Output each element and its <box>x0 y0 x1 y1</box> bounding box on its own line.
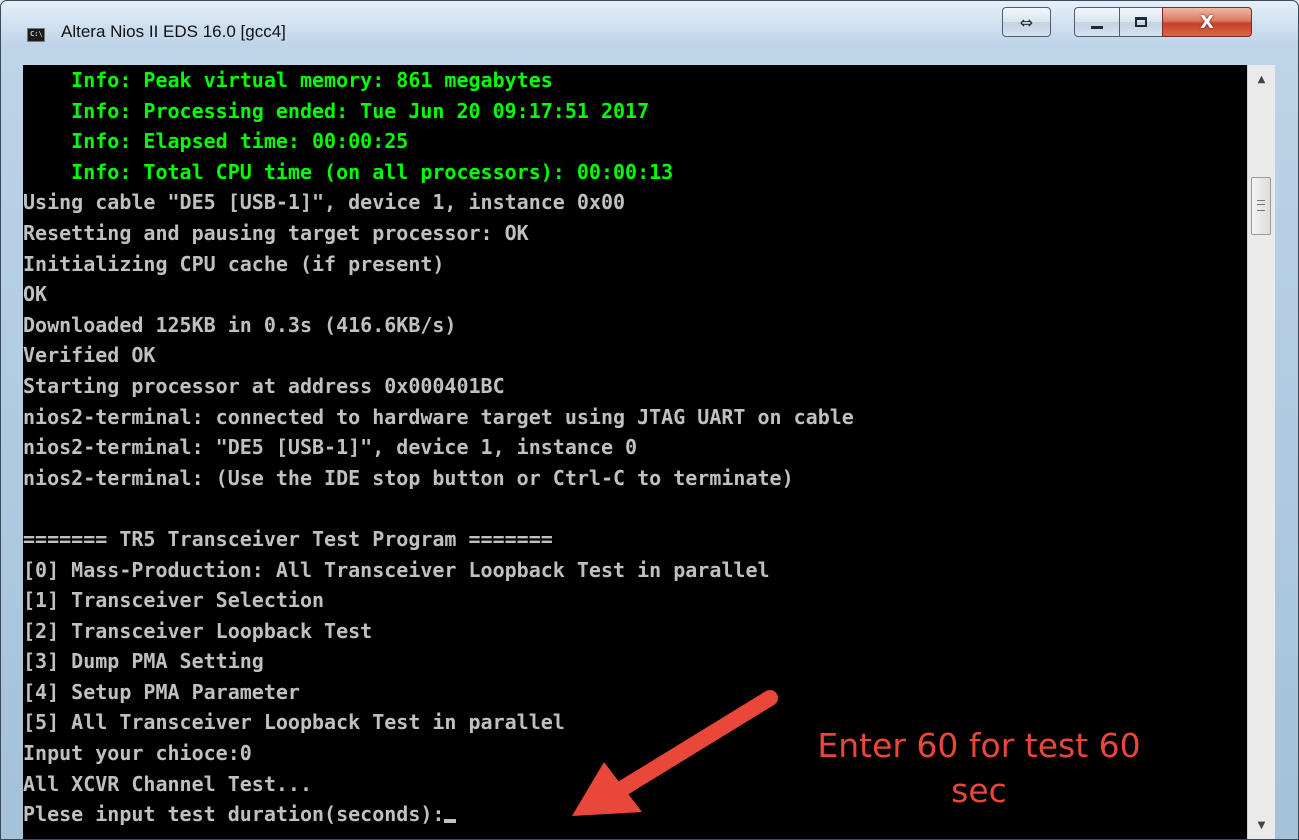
console-line-text: [4] Setup PMA Parameter <box>23 679 300 704</box>
scrollbar-thumb[interactable] <box>1251 177 1271 235</box>
annotation-line-1: Enter 60 for test 60 <box>817 726 1141 765</box>
console-line-text: Using cable "DE5 [USB-1]", device 1, ins… <box>23 190 626 215</box>
console-line: [1] Transceiver Selection <box>23 585 854 616</box>
scroll-down-icon[interactable]: ▼ <box>1248 811 1275 839</box>
console-line-text: [0] Mass-Production: All Transceiver Loo… <box>23 557 770 582</box>
console-line-text: Resetting and pausing target processor: … <box>23 220 529 245</box>
console-line: Info: Elapsed time: 00:00:25 <box>23 126 854 157</box>
app-icon-label: C:\ <box>30 30 43 38</box>
console-line-text: [3] Dump PMA Setting <box>23 649 264 674</box>
console-line-text: nios2-terminal: "DE5 [USB-1]", device 1,… <box>23 435 638 460</box>
console-window: C:\ Altera Nios II EDS 16.0 [gcc4] ⇔ X I… <box>0 0 1299 840</box>
console-line: [0] Mass-Production: All Transceiver Loo… <box>23 555 854 586</box>
console-line-text: Info: Total CPU time (on all processors)… <box>23 159 674 184</box>
console-line: nios2-terminal: (Use the IDE stop button… <box>23 463 854 494</box>
console-line-text: All XCVR Channel Test... <box>23 771 312 796</box>
console-line: Resetting and pausing target processor: … <box>23 218 854 249</box>
console-line: Input your chioce:0 <box>23 738 854 769</box>
console-app-icon[interactable]: C:\ <box>27 28 45 42</box>
vertical-scrollbar[interactable]: ▲ ▼ <box>1247 65 1275 839</box>
console-line: [3] Dump PMA Setting <box>23 646 854 677</box>
console-line: Verified OK <box>23 340 854 371</box>
minimize-icon <box>1091 25 1103 29</box>
close-button[interactable]: X <box>1162 7 1252 37</box>
console-lines: Info: Peak virtual memory: 861 megabytes… <box>23 65 854 830</box>
console-line-text: nios2-terminal: connected to hardware ta… <box>23 404 854 429</box>
resize-button[interactable]: ⇔ <box>1002 7 1051 37</box>
console-line-text: Verified OK <box>23 343 156 368</box>
console-line-text: [1] Transceiver Selection <box>23 588 325 613</box>
console-line-text: Info: Elapsed time: 00:00:25 <box>23 129 409 154</box>
console-line-text: Info: Peak virtual memory: 861 megabytes <box>23 68 553 92</box>
console-line: nios2-terminal: "DE5 [USB-1]", device 1,… <box>23 432 854 463</box>
console-line-text: Starting processor at address 0x000401BC <box>23 373 505 398</box>
console-line: nios2-terminal: connected to hardware ta… <box>23 402 854 433</box>
minimize-button[interactable] <box>1074 7 1120 37</box>
maximize-button[interactable] <box>1119 7 1163 37</box>
console-line: Initializing CPU cache (if present) <box>23 249 854 280</box>
annotation-callout: Enter 60 for test 60 sec <box>779 723 1179 813</box>
console-line: Downloaded 125KB in 0.3s (416.6KB/s) <box>23 310 854 341</box>
console-line-text: [5] All Transceiver Loopback Test in par… <box>23 710 565 735</box>
scroll-up-icon[interactable]: ▲ <box>1248 65 1275 93</box>
console-line-text: OK <box>23 282 48 307</box>
console-line-text: Initializing CPU cache (if present) <box>23 251 445 276</box>
text-cursor <box>444 819 457 824</box>
resize-arrows-icon: ⇔ <box>1019 12 1034 32</box>
console-line-text: ======= TR5 Transceiver Test Program ===… <box>23 526 553 551</box>
console-line-text: [2] Transceiver Loopback Test <box>23 618 373 643</box>
console-line: OK <box>23 279 854 310</box>
console-line: Plese input test duration(seconds): <box>23 799 854 830</box>
console-line: Info: Total CPU time (on all processors)… <box>23 157 854 188</box>
console-line: Using cable "DE5 [USB-1]", device 1, ins… <box>23 187 854 218</box>
console-line-text: Downloaded 125KB in 0.3s (416.6KB/s) <box>23 312 457 337</box>
console-line: All XCVR Channel Test... <box>23 769 854 800</box>
grip-icon <box>1257 200 1265 211</box>
console-line-text: nios2-terminal: (Use the IDE stop button… <box>23 465 794 490</box>
window-title: Altera Nios II EDS 16.0 [gcc4] <box>61 22 286 41</box>
console-line: Info: Processing ended: Tue Jun 20 09:17… <box>23 96 854 127</box>
console-line-text: Plese input test duration(seconds): <box>23 802 445 827</box>
console-line-text: Info: Processing ended: Tue Jun 20 09:17… <box>23 98 650 123</box>
close-icon: X <box>1200 11 1214 33</box>
console-line: ======= TR5 Transceiver Test Program ===… <box>23 524 854 555</box>
maximize-icon <box>1135 17 1147 27</box>
console-line: Info: Peak virtual memory: 861 megabytes <box>23 65 854 96</box>
console-line: [5] All Transceiver Loopback Test in par… <box>23 707 854 738</box>
console-line: [4] Setup PMA Parameter <box>23 677 854 708</box>
annotation-line-2: sec <box>951 771 1007 810</box>
console-line: Starting processor at address 0x000401BC <box>23 371 854 402</box>
console-line-text: Input your chioce:0 <box>23 741 252 766</box>
title-bar[interactable]: C:\ Altera Nios II EDS 16.0 [gcc4] ⇔ X <box>1 1 1298 45</box>
console-line: [2] Transceiver Loopback Test <box>23 616 854 647</box>
